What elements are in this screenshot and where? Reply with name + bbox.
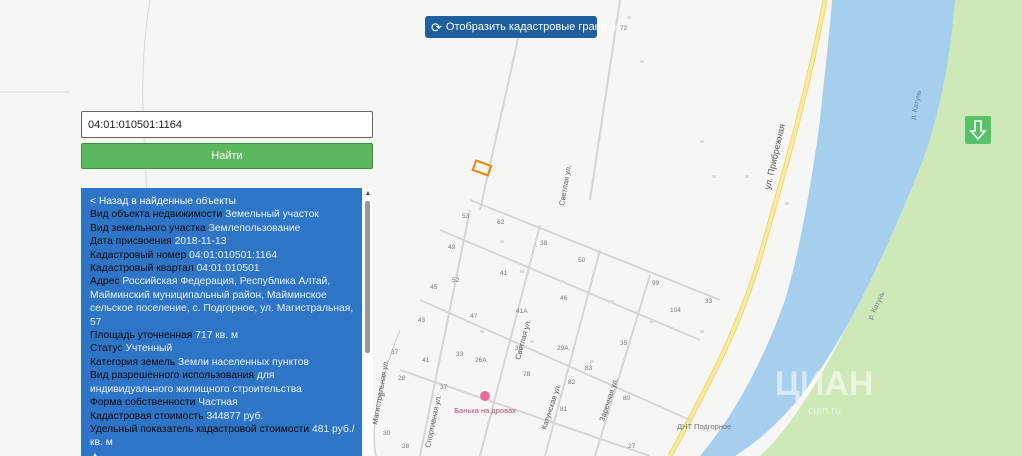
arrow-down-icon bbox=[969, 120, 987, 141]
house-number: 46 bbox=[560, 295, 568, 302]
watermark-sub: cian.ru bbox=[808, 405, 841, 417]
house-number: 52 bbox=[452, 277, 460, 284]
info-row-label: Удельный показатель кадастровой стоимост… bbox=[90, 423, 310, 435]
info-row: Форма собственности Частная bbox=[90, 396, 356, 409]
house-number: 49 bbox=[448, 244, 456, 251]
info-row-value: Землепользование bbox=[208, 222, 301, 234]
scroll-up-icon[interactable]: ▲ bbox=[364, 190, 372, 198]
info-row-value: 2018-11-13 bbox=[174, 236, 227, 248]
show-cadastral-borders-button[interactable]: ⟳ Отобразить кадастровые границы bbox=[425, 16, 621, 38]
cadastral-search-input[interactable] bbox=[81, 111, 373, 138]
find-button-label: Найти bbox=[211, 150, 243, 162]
info-row-value: Земельный участок bbox=[225, 209, 319, 221]
house-number: 30 bbox=[515, 345, 523, 352]
house-number: 37 bbox=[440, 384, 448, 391]
info-row: Дата присвоения 2018-11-13 bbox=[90, 235, 356, 248]
house-number: 27 bbox=[628, 443, 636, 450]
house-number: 81 bbox=[560, 406, 568, 413]
place-label: ДНТ Подгорное bbox=[677, 422, 731, 431]
info-row: Вид объекта недвижимости Земельный участ… bbox=[90, 208, 356, 221]
info-row-value: 04:01:010501:1164 bbox=[189, 249, 278, 261]
house-number: 26А bbox=[475, 357, 487, 364]
info-row-value: 717 кв. м bbox=[195, 330, 239, 342]
info-row: Кадастровый номер 04:01:010501:1164 bbox=[90, 249, 356, 262]
back-to-results-link[interactable]: < Назад в найденные объекты bbox=[90, 195, 356, 208]
house-number: 78 bbox=[523, 371, 531, 378]
info-row-label: Кадастровая стоимость bbox=[90, 410, 204, 422]
info-row: Кадастровая стоимость 344877 руб. bbox=[90, 410, 356, 423]
house-number: 33 bbox=[456, 351, 464, 358]
house-number: 28 bbox=[398, 375, 406, 382]
place-label: Банька на дровах bbox=[454, 406, 516, 415]
house-number: 28 bbox=[402, 443, 410, 450]
house-number: 45 bbox=[430, 284, 438, 291]
house-number: 43 bbox=[418, 317, 426, 324]
info-row-label: Вид разрешенного использования bbox=[90, 370, 254, 382]
info-row-label: Дата присвоения bbox=[90, 236, 172, 248]
info-row-value: 04:01:010501 bbox=[196, 263, 260, 275]
house-number: 53 bbox=[462, 213, 470, 220]
house-number: 62 bbox=[497, 219, 505, 226]
info-row-value: 344877 руб. bbox=[206, 410, 264, 422]
info-row-value: Земли населенных пунктов bbox=[178, 356, 309, 368]
info-row: Адрес Российская Федерация, Республика А… bbox=[90, 275, 356, 329]
house-number: 14 bbox=[378, 392, 386, 399]
house-number: 30 bbox=[383, 430, 391, 437]
collapse-panel-icon[interactable]: ▲ bbox=[90, 450, 356, 456]
watermark: ЦИАН bbox=[775, 365, 873, 403]
info-row-label: Площадь уточненная bbox=[90, 330, 193, 342]
house-number: 37 bbox=[391, 349, 399, 356]
info-row: Кадастровый квартал 04:01:010501 bbox=[90, 262, 356, 275]
info-row-label: Адрес bbox=[90, 276, 120, 288]
object-info-panel: < Назад в найденные объекты Вид объекта … bbox=[81, 188, 362, 456]
house-number: 38 bbox=[540, 240, 548, 247]
house-number: 41 bbox=[500, 270, 508, 277]
info-row-value: Учтенный bbox=[125, 343, 173, 355]
house-number: 47 bbox=[470, 313, 478, 320]
info-row-value: Российская Федерация, Республика Алтай, … bbox=[90, 276, 354, 328]
info-row-label: Кадастровый номер bbox=[90, 249, 187, 261]
house-number: 99 bbox=[652, 280, 660, 287]
info-row-label: Форма собственности bbox=[90, 397, 196, 409]
info-row-label: Вид объекта недвижимости bbox=[90, 209, 223, 221]
download-button[interactable] bbox=[965, 116, 991, 144]
house-number: 50 bbox=[578, 257, 586, 264]
house-number: 29А bbox=[557, 345, 569, 352]
house-number: 104 bbox=[670, 307, 681, 314]
info-row: Площадь уточненная 717 кв. м bbox=[90, 329, 356, 342]
refresh-icon: ⟳ bbox=[431, 19, 442, 35]
info-row: Удельный показатель кадастровой стоимост… bbox=[90, 423, 356, 450]
info-row-value: Частная bbox=[198, 397, 238, 409]
house-number: 80 bbox=[623, 395, 631, 402]
house-number: 33 bbox=[705, 298, 713, 305]
house-number: 41 bbox=[422, 357, 430, 364]
find-button[interactable]: Найти bbox=[81, 143, 373, 169]
house-number: 82 bbox=[568, 379, 576, 386]
info-row: Категория земель Земли населенных пункто… bbox=[90, 356, 356, 369]
info-row: Вид земельного участка Землепользование bbox=[90, 222, 356, 235]
place-pin-icon bbox=[480, 391, 490, 401]
show-cadastral-borders-label: Отобразить кадастровые границы bbox=[445, 21, 621, 33]
house-number: 72 bbox=[620, 25, 628, 32]
house-number: 35 bbox=[620, 340, 628, 347]
house-number: 41А bbox=[516, 308, 528, 315]
info-row-label: Статус bbox=[90, 343, 123, 355]
panel-scrollbar-thumb[interactable] bbox=[365, 201, 370, 353]
info-row-label: Вид земельного участка bbox=[90, 222, 206, 234]
info-row: Вид разрешенного использования для индив… bbox=[90, 369, 356, 396]
house-number: 83 bbox=[585, 365, 593, 372]
info-row-label: Кадастровый квартал bbox=[90, 263, 194, 275]
info-row-label: Категория земель bbox=[90, 356, 176, 368]
info-row: Статус Учтенный bbox=[90, 342, 356, 355]
